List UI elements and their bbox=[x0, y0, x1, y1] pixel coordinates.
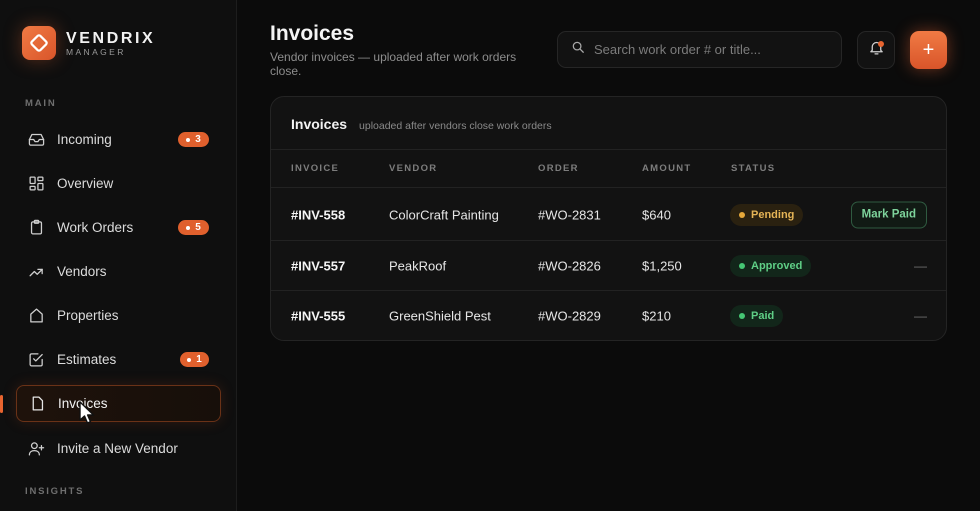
column-header-status[interactable]: STATUS bbox=[731, 163, 775, 174]
card-title: Invoices bbox=[291, 116, 348, 132]
order-id[interactable]: #WO-2826 bbox=[538, 259, 601, 274]
amount: $210 bbox=[642, 308, 671, 324]
sidebar: VENDRIX MANAGER MAIN Incoming 3 Overview… bbox=[0, 0, 237, 511]
notification-dot bbox=[878, 41, 884, 47]
column-header-order[interactable]: ORDER bbox=[538, 163, 579, 174]
divider bbox=[271, 187, 946, 188]
brand-name: VENDRIX bbox=[66, 29, 156, 47]
notifications-button[interactable] bbox=[857, 31, 895, 69]
search-bar[interactable] bbox=[557, 31, 842, 68]
search-input[interactable] bbox=[594, 42, 824, 57]
sidebar-item-incoming[interactable]: Incoming 3 bbox=[16, 121, 221, 158]
section-label-insights: INSIGHTS bbox=[25, 486, 85, 497]
sidebar-item-label: Invite a New Vendor bbox=[57, 441, 178, 456]
no-action: — bbox=[914, 308, 927, 324]
count-badge: 5 bbox=[178, 220, 209, 235]
no-action: — bbox=[914, 258, 927, 274]
vendor-name: GreenShield Pest bbox=[389, 308, 491, 324]
table-row[interactable]: #INV-557 PeakRoof #WO-2826 $1,250 Approv… bbox=[271, 241, 946, 291]
inbox-icon bbox=[27, 131, 45, 149]
sidebar-item-label: Overview bbox=[57, 176, 114, 191]
card-subtitle: uploaded after vendors close work orders bbox=[359, 120, 552, 132]
sidebar-item-label: Work Orders bbox=[57, 220, 134, 235]
mark-paid-button[interactable]: Mark Paid bbox=[850, 201, 927, 228]
vendor-name: ColorCraft Painting bbox=[389, 207, 499, 222]
mouse-cursor-icon bbox=[79, 401, 95, 424]
sidebar-item-estimates[interactable]: Estimates 1 bbox=[16, 341, 221, 378]
divider bbox=[271, 149, 946, 150]
status-badge: Approved bbox=[730, 255, 812, 277]
count-badge: 1 bbox=[180, 352, 209, 367]
section-label-main: MAIN bbox=[25, 98, 57, 109]
invoices-card: Invoices uploaded after vendors close wo… bbox=[270, 96, 947, 341]
amount: $1,250 bbox=[642, 258, 682, 274]
document-icon bbox=[28, 395, 46, 413]
invoice-id[interactable]: #INV-557 bbox=[291, 259, 345, 274]
home-icon bbox=[27, 307, 45, 325]
sidebar-item-label: Incoming bbox=[57, 132, 112, 147]
user-plus-icon bbox=[27, 440, 45, 458]
search-icon bbox=[571, 40, 585, 59]
sidebar-item-properties[interactable]: Properties bbox=[16, 297, 221, 334]
table-row[interactable]: #INV-558 ColorCraft Painting #WO-2831 $6… bbox=[271, 189, 946, 240]
status-badge: Pending bbox=[730, 203, 804, 226]
active-indicator bbox=[0, 395, 3, 413]
invoice-id[interactable]: #INV-555 bbox=[291, 309, 345, 324]
add-button[interactable]: + bbox=[910, 31, 947, 69]
sidebar-item-label: Estimates bbox=[57, 352, 117, 367]
count-badge: 3 bbox=[178, 132, 209, 147]
clipboard-icon bbox=[27, 219, 45, 237]
trend-arrow-icon bbox=[27, 263, 45, 281]
order-id[interactable]: #WO-2829 bbox=[538, 309, 601, 324]
page-title: Invoices bbox=[270, 22, 355, 45]
brand-subtitle: MANAGER bbox=[66, 46, 126, 57]
sidebar-item-work-orders[interactable]: Work Orders 5 bbox=[16, 209, 221, 246]
checkbox-icon bbox=[27, 351, 45, 369]
sidebar-item-label: Properties bbox=[57, 308, 119, 323]
sidebar-item-invoices[interactable]: Invoices bbox=[16, 385, 221, 422]
column-header-invoice[interactable]: INVOICE bbox=[291, 163, 339, 174]
amount: $640 bbox=[642, 207, 671, 222]
invoice-id[interactable]: #INV-558 bbox=[291, 207, 345, 222]
table-row[interactable]: #INV-555 GreenShield Pest #WO-2829 $210 … bbox=[271, 291, 946, 340]
column-header-vendor[interactable]: VENDOR bbox=[389, 163, 437, 174]
column-header-amount[interactable]: AMOUNT bbox=[642, 163, 692, 174]
sidebar-item-overview[interactable]: Overview bbox=[16, 165, 221, 202]
vendor-name: PeakRoof bbox=[389, 258, 447, 274]
status-badge: Paid bbox=[730, 305, 784, 327]
sidebar-item-invite-vendor[interactable]: Invite a New Vendor bbox=[16, 430, 221, 467]
logo-icon bbox=[22, 26, 56, 60]
sidebar-item-label: Vendors bbox=[57, 264, 107, 279]
order-id[interactable]: #WO-2831 bbox=[538, 207, 601, 222]
sidebar-item-vendors[interactable]: Vendors bbox=[16, 253, 221, 290]
page-subtitle: Vendor invoices — uploaded after work or… bbox=[270, 50, 517, 78]
grid-icon bbox=[27, 175, 45, 193]
brand[interactable]: VENDRIX MANAGER bbox=[22, 26, 155, 60]
